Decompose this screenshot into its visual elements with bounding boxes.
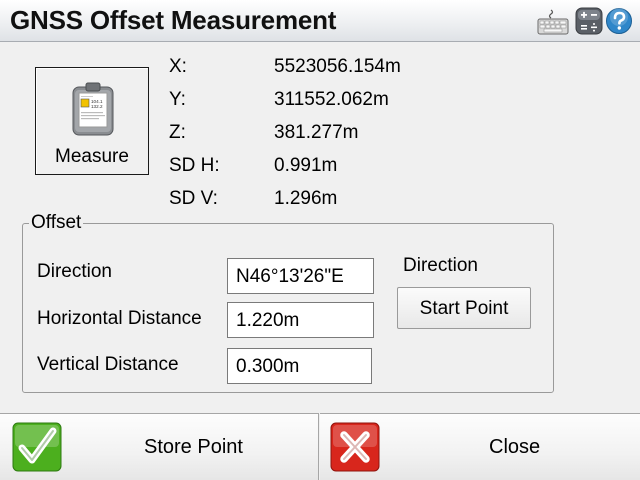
z-label: Z: <box>169 122 186 143</box>
sd-v-label: SD V: <box>169 188 218 209</box>
start-point-button[interactable]: Start Point <box>397 287 531 329</box>
sd-v-value: 1.296m <box>274 188 338 209</box>
help-icon[interactable] <box>605 7 633 35</box>
horizontal-distance-label: Horizontal Distance <box>37 308 202 329</box>
measure-button[interactable]: 104.1 132.2 Measure <box>35 67 149 175</box>
direction-label: Direction <box>37 261 112 282</box>
x-icon <box>330 422 380 472</box>
sd-h-label: SD H: <box>169 155 220 176</box>
measure-icon-line-2: 132.2 <box>91 104 103 109</box>
store-point-button[interactable]: Store Point <box>0 413 319 480</box>
title-bar: GNSS Offset Measurement <box>0 0 640 42</box>
z-value: 381.277m <box>274 122 359 143</box>
x-label: X: <box>169 56 187 77</box>
horizontal-distance-input[interactable]: 1.220m <box>227 302 374 338</box>
store-point-label: Store Point <box>144 436 243 458</box>
y-label: Y: <box>169 89 186 110</box>
window-title: GNSS Offset Measurement <box>10 5 337 35</box>
direction-mode-label: Direction <box>403 255 478 276</box>
x-value: 5523056.154m <box>274 56 401 77</box>
close-button[interactable]: Close <box>320 413 640 480</box>
sd-h-value: 0.991m <box>274 155 338 176</box>
measure-icon: 104.1 132.2 <box>72 82 114 136</box>
vertical-distance-input[interactable]: 0.300m <box>227 348 372 384</box>
calculator-icon[interactable] <box>575 7 603 35</box>
vertical-distance-label: Vertical Distance <box>37 354 179 375</box>
direction-input[interactable]: N46°13'26"E <box>227 258 374 294</box>
y-value: 311552.062m <box>274 89 389 110</box>
keyboard-icon[interactable] <box>537 9 569 35</box>
checkmark-icon <box>12 422 62 472</box>
close-label: Close <box>489 436 541 458</box>
measure-button-label: Measure <box>55 146 129 167</box>
offset-legend: Offset <box>29 212 84 234</box>
